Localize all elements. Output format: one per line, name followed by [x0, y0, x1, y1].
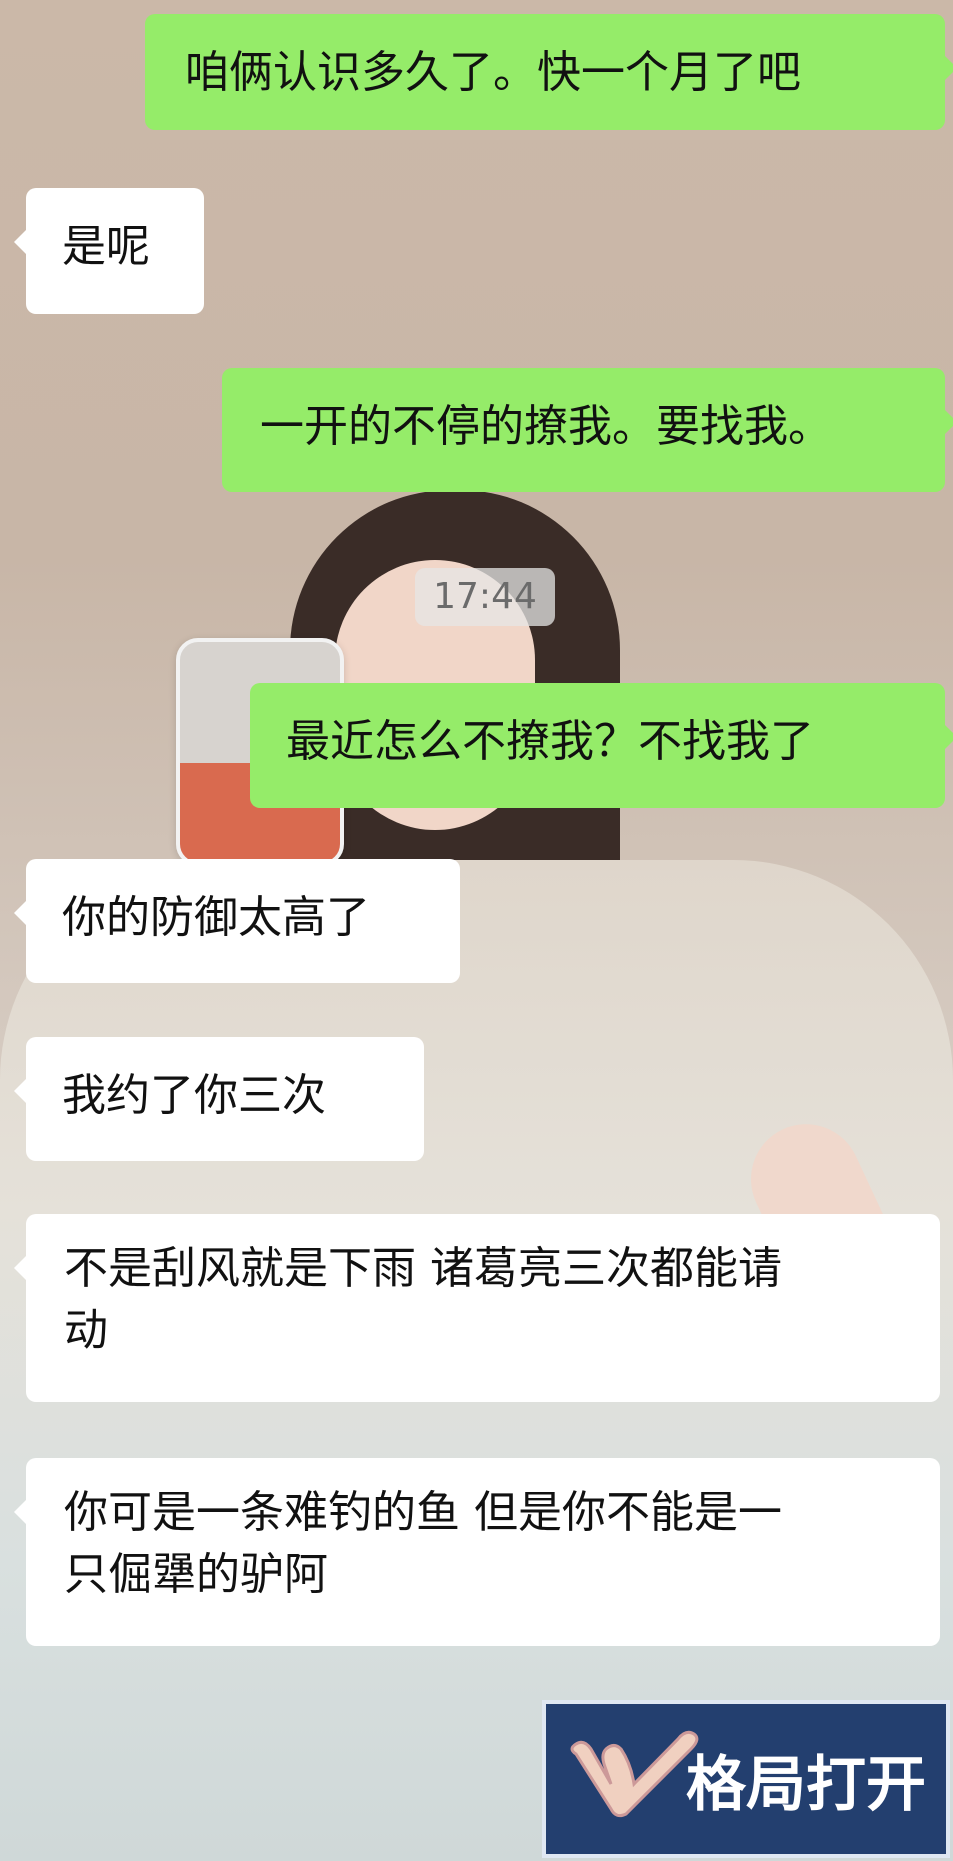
message-bubble-outgoing[interactable]: 咱俩认识多久了。快一个月了吧: [145, 14, 953, 130]
message-bubble-outgoing[interactable]: 最近怎么不撩我？不找我了: [250, 683, 953, 808]
message-bubble-incoming[interactable]: 你的防御太高了: [14, 859, 460, 983]
timestamp-label: 17:44: [415, 568, 555, 626]
hand-gesture-icon: [570, 1730, 699, 1818]
message-bubble-incoming[interactable]: 是呢: [14, 188, 204, 314]
message-bubble-outgoing[interactable]: 一开的不停的撩我。要找我。: [222, 368, 953, 492]
message-bubble-incoming[interactable]: 不是刮风就是下雨 诸葛亮三次都能请 动: [14, 1214, 940, 1402]
watermark-text: 格局打开: [686, 1749, 926, 1820]
watermark-badge: 格局打开: [542, 1700, 950, 1858]
message-bubble-incoming[interactable]: 我约了你三次: [14, 1037, 424, 1161]
message-bubble-incoming[interactable]: 你可是一条难钓的鱼 但是你不能是一 只倔犟的驴阿: [14, 1458, 940, 1646]
